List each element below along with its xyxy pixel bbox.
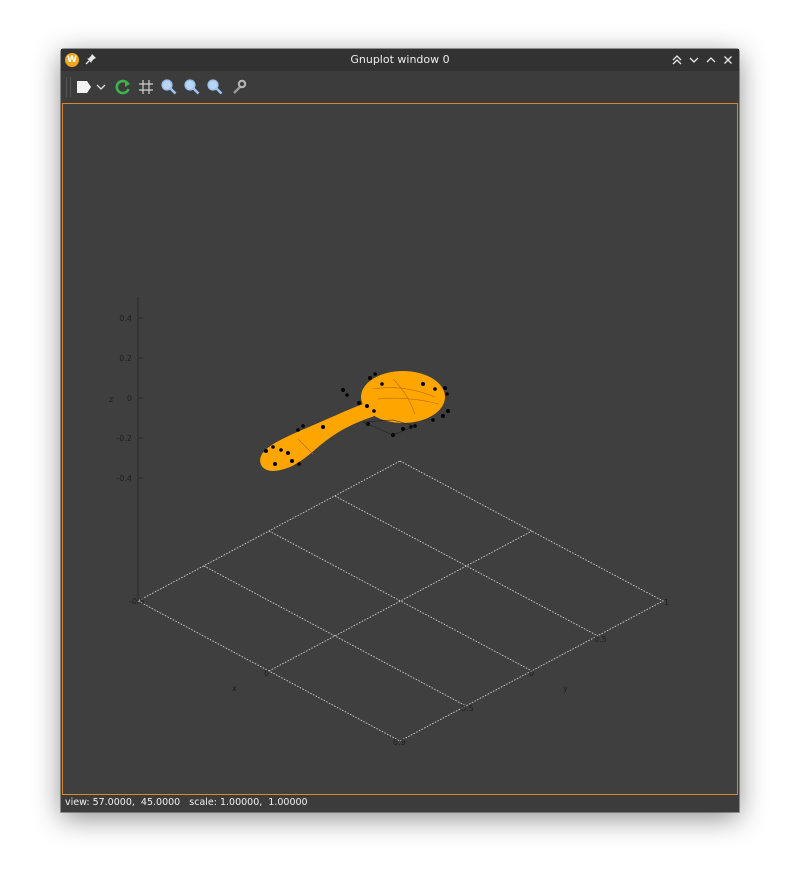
surface-handle bbox=[260, 399, 382, 471]
keep-above-icon[interactable] bbox=[670, 53, 684, 67]
plot-area[interactable]: 0.4 0.2 0 -0.2 -0.4 z -0.5 0 0.5 1 0.5 0 bbox=[62, 103, 738, 795]
data-point bbox=[341, 388, 345, 392]
z-tick-label: 0 bbox=[127, 394, 132, 403]
data-point bbox=[273, 462, 277, 466]
x-tick-label: 0.5 bbox=[461, 704, 474, 713]
export-icon[interactable] bbox=[74, 77, 94, 97]
data-point bbox=[446, 409, 450, 413]
data-point bbox=[441, 414, 445, 418]
close-icon[interactable] bbox=[721, 53, 735, 67]
data-point bbox=[445, 392, 449, 396]
dropdown-chevron-icon[interactable] bbox=[95, 77, 107, 97]
data-point bbox=[279, 448, 283, 452]
data-point bbox=[421, 382, 425, 386]
data-point bbox=[373, 372, 377, 376]
plot-canvas[interactable]: 0.4 0.2 0 -0.2 -0.4 z -0.5 0 0.5 1 0.5 0 bbox=[63, 104, 737, 794]
data-point bbox=[368, 376, 372, 380]
maximize-icon[interactable] bbox=[704, 53, 718, 67]
zoom-next-icon[interactable] bbox=[205, 77, 225, 97]
data-point bbox=[443, 386, 447, 390]
y-tick-label: 0.5 bbox=[594, 635, 607, 644]
toolbar bbox=[61, 71, 739, 103]
x-tick-label: -0.5 bbox=[129, 597, 145, 606]
data-point bbox=[297, 462, 301, 466]
settings-icon[interactable] bbox=[229, 77, 249, 97]
data-point bbox=[286, 451, 290, 455]
window-title: Gnuplot window 0 bbox=[350, 53, 450, 66]
z-axis-label: z bbox=[109, 395, 113, 404]
zoom-previous-icon[interactable] bbox=[182, 77, 202, 97]
x-tick-label: 0 bbox=[264, 669, 269, 678]
gnuplot-window: W Gnuplot window 0 0.4 0.2 0 -0.2 -0.4 z… bbox=[61, 49, 739, 812]
z-tick-label: 0.4 bbox=[119, 314, 132, 323]
y-tick-label: 0 bbox=[529, 669, 534, 678]
surface-plot bbox=[260, 371, 445, 471]
data-point bbox=[264, 449, 268, 453]
z-tick-label: 0.2 bbox=[119, 354, 132, 363]
data-point bbox=[380, 382, 384, 386]
base-frame bbox=[137, 460, 664, 742]
z-tick-label: -0.2 bbox=[116, 434, 132, 443]
data-point bbox=[296, 428, 300, 432]
status-bar: view: 57.0000, 45.0000 scale: 1.00000, 1… bbox=[65, 797, 308, 808]
grid-line bbox=[203, 565, 467, 707]
data-point bbox=[301, 424, 305, 428]
zoom-icon[interactable] bbox=[159, 77, 179, 97]
replot-icon[interactable] bbox=[113, 77, 133, 97]
base-grid bbox=[137, 460, 664, 742]
data-point bbox=[431, 418, 435, 422]
corner-label: 0.9 bbox=[393, 738, 406, 747]
data-point bbox=[321, 425, 325, 429]
data-point bbox=[290, 459, 294, 463]
data-point bbox=[372, 409, 376, 413]
data-point bbox=[365, 404, 369, 408]
y-axis-label: y bbox=[563, 684, 568, 693]
minimize-icon[interactable] bbox=[687, 53, 701, 67]
data-point bbox=[433, 387, 437, 391]
grid-icon[interactable] bbox=[136, 77, 156, 97]
data-point bbox=[345, 393, 349, 397]
grid-line bbox=[334, 495, 599, 637]
z-tick-label: -0.4 bbox=[116, 474, 132, 483]
title-bar[interactable]: W Gnuplot window 0 bbox=[61, 49, 739, 71]
x-axis-label: x bbox=[232, 684, 237, 693]
data-point bbox=[271, 445, 275, 449]
data-point bbox=[357, 401, 361, 405]
y-tick-label: 1 bbox=[664, 598, 669, 607]
z-ticks: 0.4 0.2 0 -0.2 -0.4 bbox=[116, 314, 143, 483]
toolbar-grip[interactable] bbox=[66, 77, 71, 97]
